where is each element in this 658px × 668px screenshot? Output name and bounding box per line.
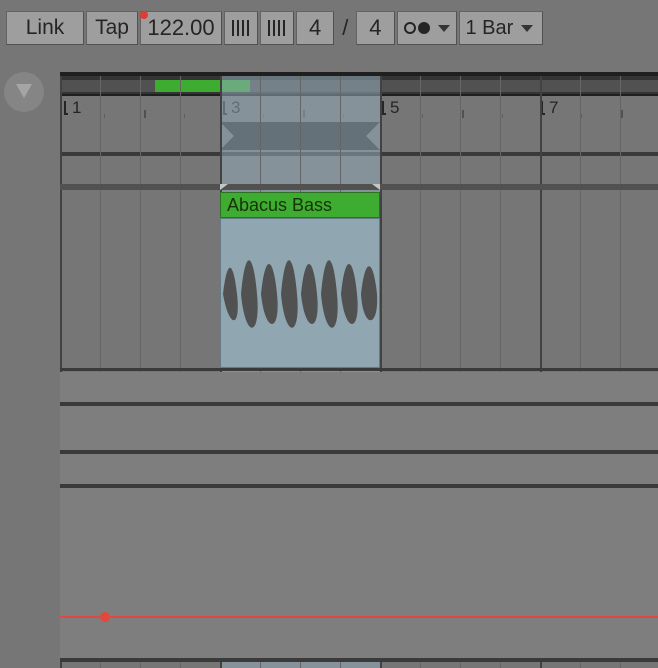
overdub-icon xyxy=(404,22,430,34)
waveform-icon xyxy=(221,219,380,368)
link-button[interactable]: Link xyxy=(6,11,84,45)
clip-end-marker-icon[interactable] xyxy=(372,184,380,190)
ruler-bar-label: 5 xyxy=(390,98,399,118)
overdub-mode-dropdown[interactable] xyxy=(397,11,457,45)
clip-start-marker-icon[interactable] xyxy=(220,184,228,190)
tap-tempo-button[interactable]: Tap xyxy=(86,11,138,45)
quantize-dropdown[interactable]: 1 Bar xyxy=(459,11,543,45)
track-divider xyxy=(60,368,658,371)
ruler-bar-label: 7 xyxy=(549,98,558,118)
automation-line[interactable] xyxy=(60,616,658,618)
clip-name: Abacus Bass xyxy=(227,195,332,216)
metronome-button-2[interactable] xyxy=(260,11,294,45)
time-sig-numerator[interactable]: 4 xyxy=(296,11,334,45)
metronome-icon xyxy=(231,18,251,38)
track-divider xyxy=(60,658,658,662)
scene-strip xyxy=(60,184,658,190)
quantize-value: 1 Bar xyxy=(466,17,514,40)
time-sig-separator: / xyxy=(336,15,354,41)
clip-waveform[interactable] xyxy=(220,218,380,368)
metronome-button-1[interactable] xyxy=(224,11,258,45)
tempo-field[interactable]: 122.00 xyxy=(140,11,222,45)
play-down-icon xyxy=(12,80,36,104)
arrangement-view: 1 3 5 7 Abacus Bass xyxy=(60,72,658,668)
clip-header[interactable]: Abacus Bass xyxy=(220,192,380,218)
time-sig-denominator[interactable]: 4 xyxy=(356,11,394,45)
top-toolbar: Link Tap 122.00 4 / 4 1 Bar xyxy=(0,0,658,56)
track-lane[interactable] xyxy=(60,454,658,484)
automation-lane[interactable] xyxy=(60,488,658,658)
tempo-value: 122.00 xyxy=(147,15,214,41)
chevron-down-icon xyxy=(438,25,450,32)
ruler-bar-label: 1 xyxy=(72,98,81,118)
automation-breakpoint[interactable] xyxy=(100,612,110,622)
track-lane[interactable] xyxy=(60,372,658,402)
metronome-icon xyxy=(267,18,287,38)
tempo-automation-indicator-icon xyxy=(140,11,148,19)
chevron-down-icon xyxy=(521,25,533,32)
arrangement-play-toggle[interactable] xyxy=(4,72,44,112)
track-lane[interactable] xyxy=(60,406,658,450)
